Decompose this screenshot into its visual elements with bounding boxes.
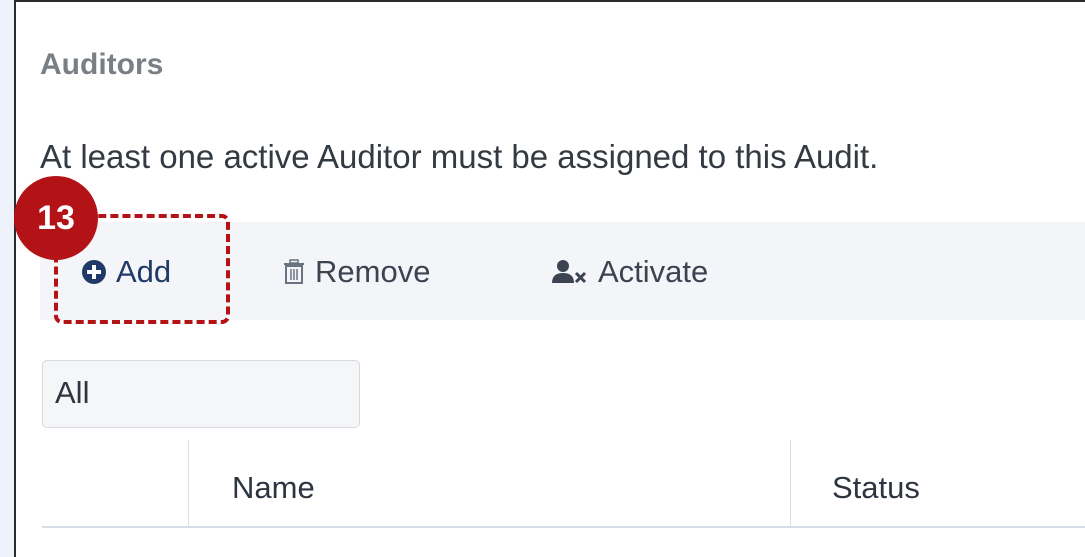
trash-icon [284,259,304,284]
help-text: At least one active Auditor must be assi… [40,138,879,175]
activate-button-label: Activate [598,254,709,289]
column-header-name[interactable]: Name [232,470,315,506]
add-button-label: Add [116,254,172,289]
section-title: Auditors [40,48,164,81]
grid-header: Name Status [42,440,1085,528]
add-button[interactable]: Add [82,252,171,292]
column-divider [790,440,791,528]
column-divider [188,440,189,528]
activate-button[interactable]: Activate [552,252,708,292]
callout-step-badge: 13 [14,176,98,260]
column-header-status[interactable]: Status [832,470,920,506]
user-x-icon [552,260,587,284]
auditors-panel: Auditors At least one active Auditor mus… [14,0,1085,557]
plus-circle-icon [82,260,106,284]
grid-toolbar: Add Remove Activate [40,222,1085,320]
remove-button[interactable]: Remove [283,252,430,292]
status-filter-select[interactable]: All [42,360,360,428]
remove-button-label: Remove [315,254,431,289]
